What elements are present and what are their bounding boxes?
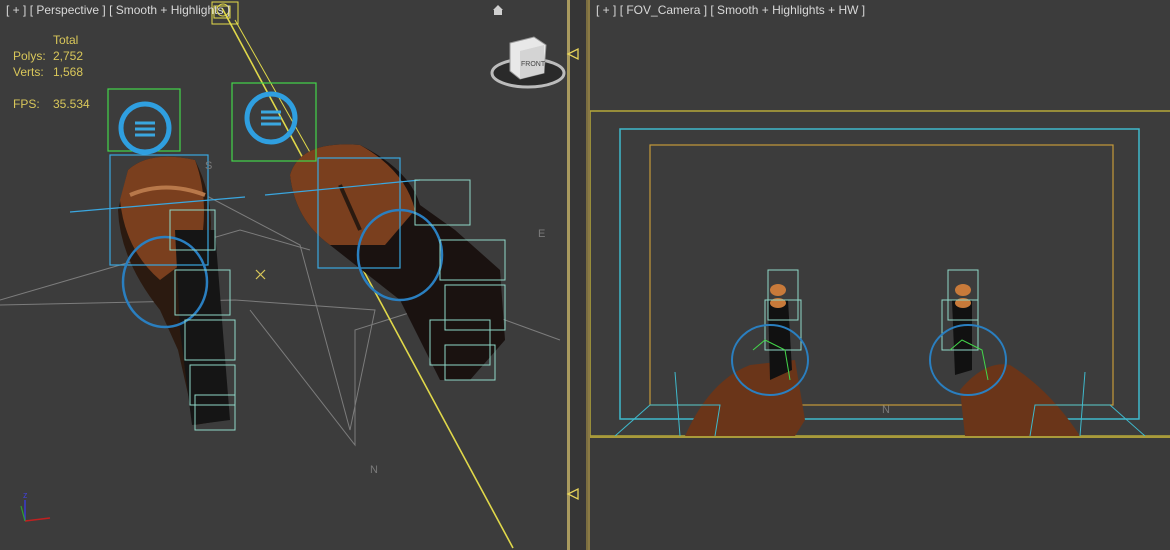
viewport-shading-mode[interactable]: [ Smooth + Highlights ] [109,3,230,17]
stats-header: Total [53,33,79,47]
stats-row-fps: FPS: 35.534 [13,97,90,111]
stats-row-verts: Verts: 1,568 [13,65,84,79]
viewport-divider[interactable] [566,0,588,550]
compass-east: E [538,228,546,240]
viewport-menu-plus[interactable]: [ + ] [6,3,26,17]
safe-frame-title [649,144,1114,406]
viewcube[interactable]: FRONT [488,33,567,95]
stats-row-polys: Polys: 2,752 [13,49,84,63]
guide-line [249,299,561,447]
time-marker-icon[interactable] [566,487,580,501]
right-hand-rig [231,82,506,381]
viewport-menu-plus[interactable]: [ + ] [596,3,616,17]
time-marker-icon[interactable] [566,47,580,61]
axis-label-z: z [23,490,28,500]
camera-viewport[interactable]: [ + ] [ FOV_Camera ] [ Smooth + Highligh… [588,0,1170,550]
viewport-label[interactable]: [ + ] [ FOV_Camera ] [ Smooth + Highligh… [596,3,865,17]
active-viewport-border [567,0,570,550]
statistics-overlay: Total Polys: 2,752 Verts: 1,568 FPS: 35.534 [13,32,90,112]
safe-frame-action [619,128,1140,420]
axis-tripod: z [18,488,58,528]
letterbox-area [590,436,1170,550]
pivot-marker [255,269,266,280]
compass-south: S [205,160,213,172]
viewport-shading-mode[interactable]: [ Smooth + Highlights + HW ] [710,3,865,17]
left-hand-rig [69,88,246,431]
viewport-point-of-view[interactable]: [ Perspective ] [30,3,106,17]
left-arm-camera [685,269,809,436]
perspective-viewport[interactable]: [ + ] [ Perspective ] [ Smooth + Highlig… [0,0,567,550]
viewcube-face-label: FRONT [521,61,546,68]
viewport-point-of-view[interactable]: [ FOV_Camera ] [620,3,707,17]
compass-north: N [882,404,890,416]
compass-north: N [370,464,378,476]
render-frame [590,110,1170,437]
home-icon[interactable] [492,4,504,16]
viewport-label[interactable]: [ + ] [ Perspective ] [ Smooth + Highlig… [6,3,230,17]
right-arm-camera [929,269,1080,436]
